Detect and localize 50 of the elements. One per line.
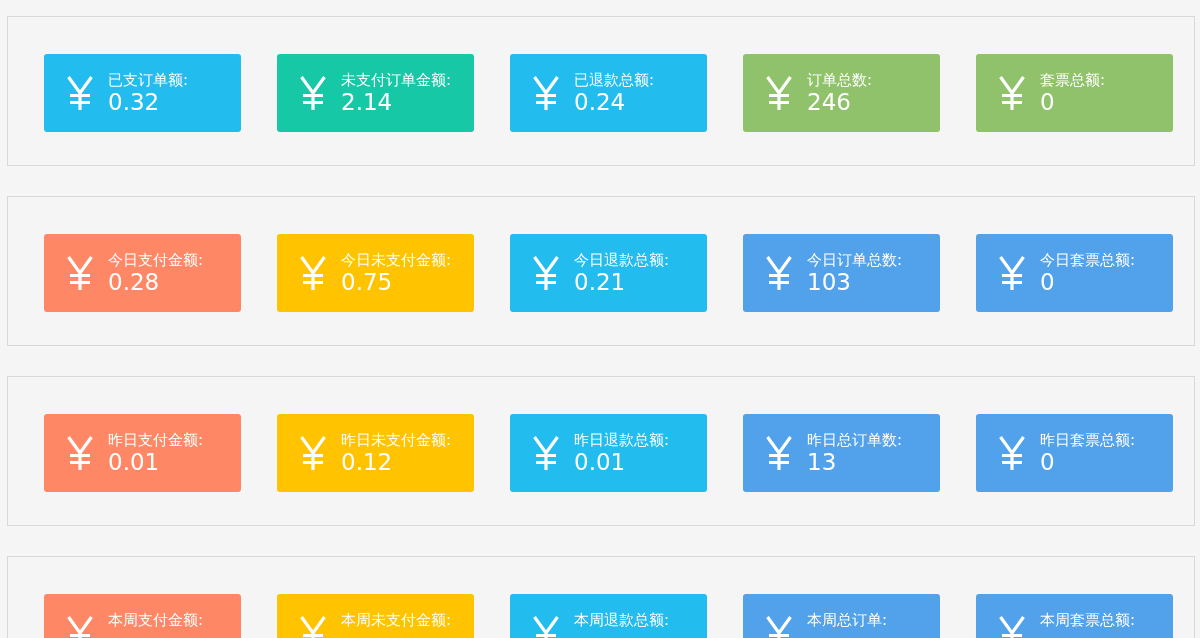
stat-value: 103 [807,268,851,296]
stat-label: 本周支付金额: [108,610,204,629]
yen-icon [67,76,93,110]
stat-label: 昨日总订单数: [807,430,903,449]
stat-label: 订单总数: [807,70,873,89]
stat-value: 0 [1040,88,1055,116]
stat-value: 0.32 [108,88,160,116]
stat-label: 今日套票总额: [1040,250,1136,269]
stat-value: 0 [1040,448,1055,476]
yen-icon [300,76,326,110]
stat-value: 0.75 [341,268,393,296]
stat-value: 2.14 [341,88,393,116]
stat-value: 0.21 [574,268,626,296]
yen-icon [766,256,792,290]
stat-label: 昨日退款总额: [574,430,670,449]
yen-icon [67,436,93,470]
stat-value: 0 [1040,268,1055,296]
yen-icon [999,256,1025,290]
yen-icon [766,76,792,110]
stat-label: 昨日套票总额: [1040,430,1136,449]
stat-value: 0.24 [574,88,626,116]
stat-label: 本周退款总额: [574,610,670,629]
stat-value: 13 [807,448,837,476]
yen-icon [300,436,326,470]
stat-value: 0.01 [108,448,160,476]
yen-icon [999,436,1025,470]
stat-label: 昨日支付金额: [108,430,204,449]
stat-label: 已退款总额: [574,70,655,89]
stat-label: 本周套票总额: [1040,610,1136,629]
stat-value: 0.12 [341,448,393,476]
stat-label: 昨日未支付金额: [341,430,452,449]
stat-value: 246 [807,88,851,116]
yen-icon [533,76,559,110]
stat-label: 今日支付金额: [108,250,204,269]
stat-label: 今日未支付金额: [341,250,452,269]
yen-icon [766,436,792,470]
stat-value: 0.28 [108,268,160,296]
stat-label: 已支订单额: [108,70,189,89]
stat-label: 套票总额: [1040,70,1106,89]
yen-icon [533,436,559,470]
yen-icon [533,256,559,290]
stat-label: 本周未支付金额: [341,610,452,629]
yen-icon [300,256,326,290]
stat-label: 今日退款总额: [574,250,670,269]
yen-icon [999,76,1025,110]
stat-label: 本周总订单: [807,610,888,629]
stat-label: 未支付订单金额: [341,70,452,89]
yen-icon [67,256,93,290]
stat-label: 今日订单总数: [807,250,903,269]
stat-value: 0.01 [574,448,626,476]
